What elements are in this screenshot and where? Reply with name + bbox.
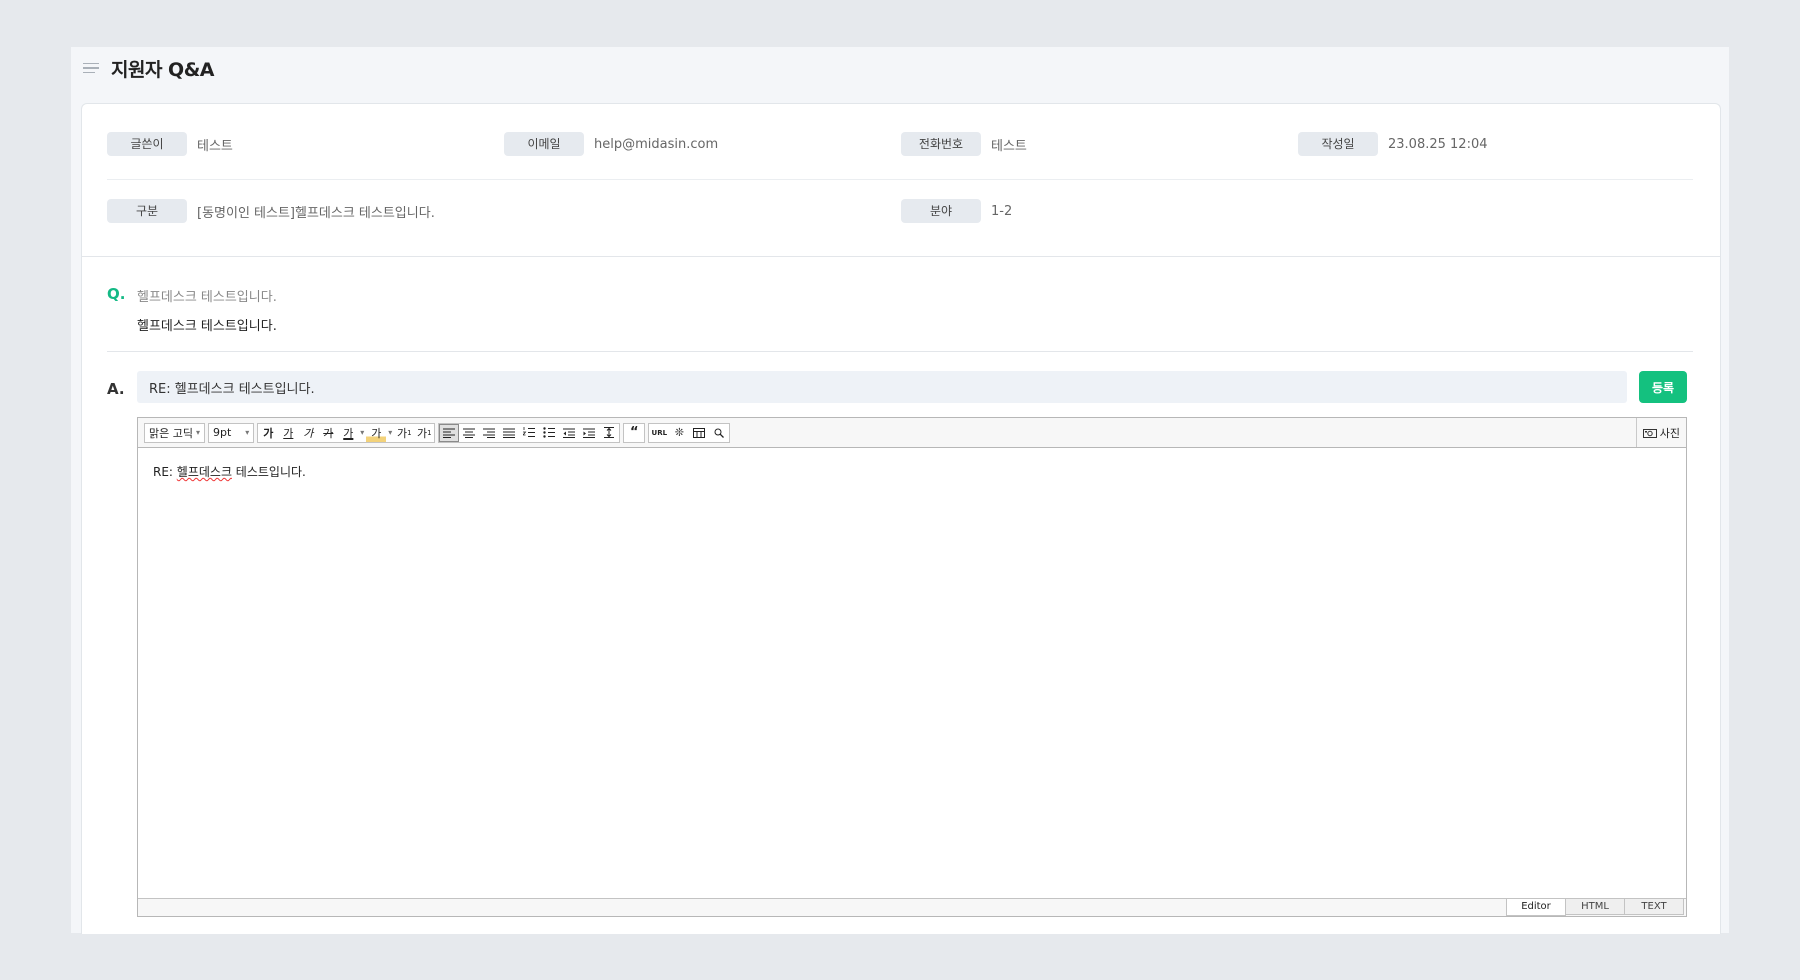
info-row: 글쓴이 테스트 이메일 help@midasin.com 전화번호 테스트 작성… bbox=[107, 132, 1693, 156]
qna-detail-card: 글쓴이 테스트 이메일 help@midasin.com 전화번호 테스트 작성… bbox=[81, 103, 1721, 934]
author-field: 글쓴이 테스트 bbox=[107, 132, 233, 156]
rich-text-editor: 맑은 고딕 ▾ 9pt ▾ 가 가 가 가 가 ▾ 가 ▾ 가1 가1 “ UR… bbox=[137, 417, 1687, 917]
content-suffix: 테스트입니다. bbox=[231, 465, 306, 479]
chevron-down-icon: ▾ bbox=[245, 428, 250, 437]
editor-toolbar: 맑은 고딕 ▾ 9pt ▾ 가 가 가 가 가 ▾ 가 ▾ 가1 가1 “ UR… bbox=[138, 418, 1686, 448]
ordered-list-icon[interactable] bbox=[519, 424, 539, 442]
link-button[interactable]: URL bbox=[649, 424, 669, 442]
info-row: 구분 [동명이인 테스트]헬프데스크 테스트입니다. 분야 1-2 bbox=[107, 199, 1693, 223]
answer-mark: A. bbox=[107, 380, 125, 398]
date-label: 작성일 bbox=[1298, 132, 1378, 156]
category-label: 구분 bbox=[107, 199, 187, 223]
phone-field: 전화번호 테스트 bbox=[901, 132, 1027, 156]
highlight-button[interactable]: 가 bbox=[366, 423, 387, 442]
qna-panel: 지원자 Q&A 글쓴이 테스트 이메일 help@midasin.com 전화번… bbox=[71, 47, 1729, 934]
submit-button[interactable]: 등록 bbox=[1639, 371, 1687, 403]
question-title: 헬프데스크 테스트입니다. bbox=[137, 290, 277, 305]
field-field: 분야 1-2 bbox=[901, 199, 1012, 223]
underline-button[interactable]: 가 bbox=[278, 424, 298, 442]
subscript-button[interactable]: 가1 bbox=[414, 424, 434, 442]
answer-subject-input[interactable] bbox=[137, 371, 1627, 403]
search-icon[interactable] bbox=[709, 424, 729, 442]
font-family-value: 맑은 고딕 bbox=[149, 426, 193, 440]
author-value: 테스트 bbox=[197, 138, 233, 154]
indent-icon[interactable] bbox=[579, 424, 599, 442]
paragraph-group bbox=[438, 422, 621, 443]
email-value: help@midasin.com bbox=[594, 136, 719, 152]
chevron-down-icon[interactable]: ▾ bbox=[386, 424, 394, 442]
camera-icon bbox=[1642, 428, 1657, 438]
photo-label: 사진 bbox=[1659, 426, 1680, 440]
qa-divider bbox=[107, 351, 1693, 352]
tab-editor[interactable]: Editor bbox=[1506, 899, 1566, 916]
strikethrough-button[interactable]: 가 bbox=[318, 424, 338, 442]
editor-mode-tabs: Editor HTML TEXT bbox=[1506, 899, 1684, 916]
tab-text[interactable]: TEXT bbox=[1624, 899, 1684, 915]
align-left-icon[interactable] bbox=[439, 423, 460, 442]
phone-label: 전화번호 bbox=[901, 132, 981, 156]
field-label: 분야 bbox=[901, 199, 981, 223]
text-color-button[interactable]: 가 bbox=[338, 424, 358, 442]
content-prefix: RE: bbox=[153, 465, 177, 479]
unordered-list-icon[interactable] bbox=[539, 424, 559, 442]
field-value: 1-2 bbox=[991, 203, 1013, 219]
subscript-label: 가 bbox=[417, 426, 428, 440]
font-size-value: 9pt bbox=[213, 426, 232, 439]
line-height-icon[interactable] bbox=[599, 424, 619, 442]
date-field: 작성일 23.08.25 12:04 bbox=[1298, 132, 1488, 156]
superscript-button[interactable]: 가1 bbox=[394, 424, 414, 442]
outdent-icon[interactable] bbox=[559, 424, 579, 442]
menu-icon[interactable] bbox=[83, 59, 101, 77]
row-divider bbox=[107, 179, 1693, 180]
align-justify-icon[interactable] bbox=[499, 424, 519, 442]
category-field: 구분 [동명이인 테스트]헬프데스크 테스트입니다. bbox=[107, 199, 435, 223]
align-right-icon[interactable] bbox=[479, 424, 499, 442]
align-center-icon[interactable] bbox=[459, 424, 479, 442]
editor-footer: Editor HTML TEXT bbox=[138, 898, 1686, 916]
insert-group: URL ❊ bbox=[648, 422, 731, 443]
special-char-icon[interactable]: ❊ bbox=[669, 424, 689, 442]
category-value: [동명이인 테스트]헬프데스크 테스트입니다. bbox=[197, 205, 435, 221]
editor-content[interactable]: RE: 헬프데스크 테스트입니다. bbox=[138, 448, 1686, 878]
font-size-select[interactable]: 9pt ▾ bbox=[208, 422, 255, 443]
phone-value: 테스트 bbox=[991, 138, 1027, 154]
author-label: 글쓴이 bbox=[107, 132, 187, 156]
superscript-label: 가 bbox=[397, 426, 408, 440]
text-format-group: 가 가 가 가 가 ▾ 가 ▾ 가1 가1 bbox=[257, 422, 436, 443]
question-mark: Q. bbox=[107, 285, 126, 303]
email-field: 이메일 help@midasin.com bbox=[504, 132, 718, 156]
table-icon[interactable] bbox=[689, 424, 709, 442]
photo-button[interactable]: 사진 bbox=[1635, 418, 1686, 447]
quote-icon[interactable]: “ bbox=[624, 424, 644, 442]
tab-html[interactable]: HTML bbox=[1565, 899, 1625, 915]
question-body: 헬프데스크 테스트입니다. bbox=[137, 319, 277, 334]
chevron-down-icon: ▾ bbox=[195, 428, 200, 437]
date-value: 23.08.25 12:04 bbox=[1388, 136, 1488, 152]
italic-button[interactable]: 가 bbox=[298, 424, 318, 442]
bold-button[interactable]: 가 bbox=[258, 424, 278, 442]
spellcheck-word: 헬프데스크 bbox=[176, 465, 232, 479]
chevron-down-icon[interactable]: ▾ bbox=[358, 424, 366, 442]
quote-group: “ bbox=[623, 422, 646, 443]
page-title: 지원자 Q&A bbox=[111, 58, 214, 81]
email-label: 이메일 bbox=[504, 132, 584, 156]
page-header: 지원자 Q&A bbox=[83, 51, 214, 85]
font-family-select[interactable]: 맑은 고딕 ▾ bbox=[144, 422, 205, 443]
section-divider bbox=[82, 256, 1720, 257]
